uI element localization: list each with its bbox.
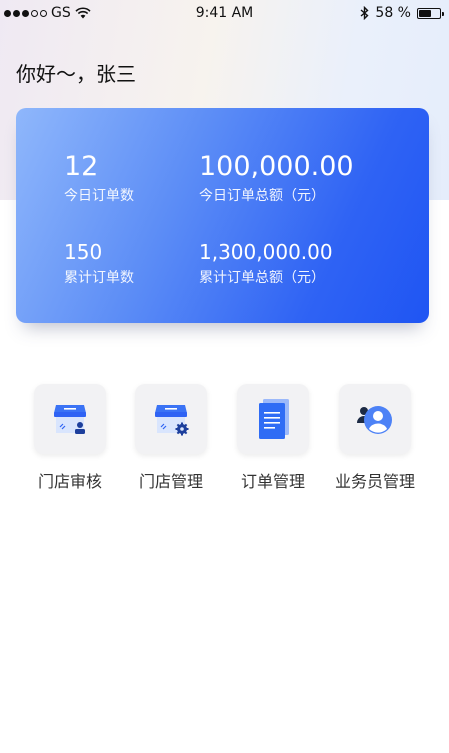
store-settings-icon xyxy=(155,405,189,436)
stat-total-orders: 150 累计订单数 xyxy=(64,240,134,287)
battery-percent: 58 % xyxy=(375,5,411,21)
status-bar-right: 58 % xyxy=(360,5,444,21)
store-review-button[interactable]: 门店审核 xyxy=(20,384,120,492)
order-management-button[interactable]: 订单管理 xyxy=(223,384,323,492)
order-management-tile[interactable] xyxy=(237,384,309,454)
status-bar: GS 9:41 AM 58 % xyxy=(0,0,449,28)
stat-today-amount: 100,000.00 今日订单总额（元） xyxy=(199,152,354,205)
stat-label: 今日订单数 xyxy=(64,188,134,204)
quick-actions: 门店审核 门店管理 订单管理 业务员管理 xyxy=(0,384,449,494)
store-management-tile[interactable] xyxy=(135,384,207,454)
salesperson-management-tile[interactable] xyxy=(339,384,411,454)
stat-value: 12 xyxy=(64,151,99,182)
order-stats-card: 12 今日订单数 100,000.00 今日订单总额（元） 150 累计订单数 … xyxy=(16,108,429,323)
stat-value: 150 xyxy=(64,240,103,264)
bluetooth-icon xyxy=(360,6,369,20)
stat-value: 1,300,000.00 xyxy=(199,240,333,264)
battery-icon xyxy=(417,7,444,19)
stat-total-amount: 1,300,000.00 累计订单总额（元） xyxy=(199,240,333,287)
users-icon xyxy=(357,406,392,434)
salesperson-management-button[interactable]: 业务员管理 xyxy=(325,384,425,492)
action-label: 门店管理 xyxy=(138,472,203,491)
stat-label: 累计订单总额（元） xyxy=(199,270,325,286)
store-management-button[interactable]: 门店管理 xyxy=(121,384,221,492)
battery-level xyxy=(419,9,431,17)
stat-label: 今日订单总额（元） xyxy=(199,188,325,204)
action-label: 门店审核 xyxy=(37,472,102,491)
greeting-text: 你好～，张三 xyxy=(16,62,136,86)
action-label: 订单管理 xyxy=(240,472,305,491)
stat-label: 累计订单数 xyxy=(64,270,134,286)
action-label: 业务员管理 xyxy=(334,472,415,491)
store-review-icon xyxy=(54,405,86,434)
document-icon xyxy=(259,399,289,439)
store-review-tile[interactable] xyxy=(34,384,106,454)
stat-value: 100,000.00 xyxy=(199,151,354,182)
stat-today-orders: 12 今日订单数 xyxy=(64,152,134,205)
